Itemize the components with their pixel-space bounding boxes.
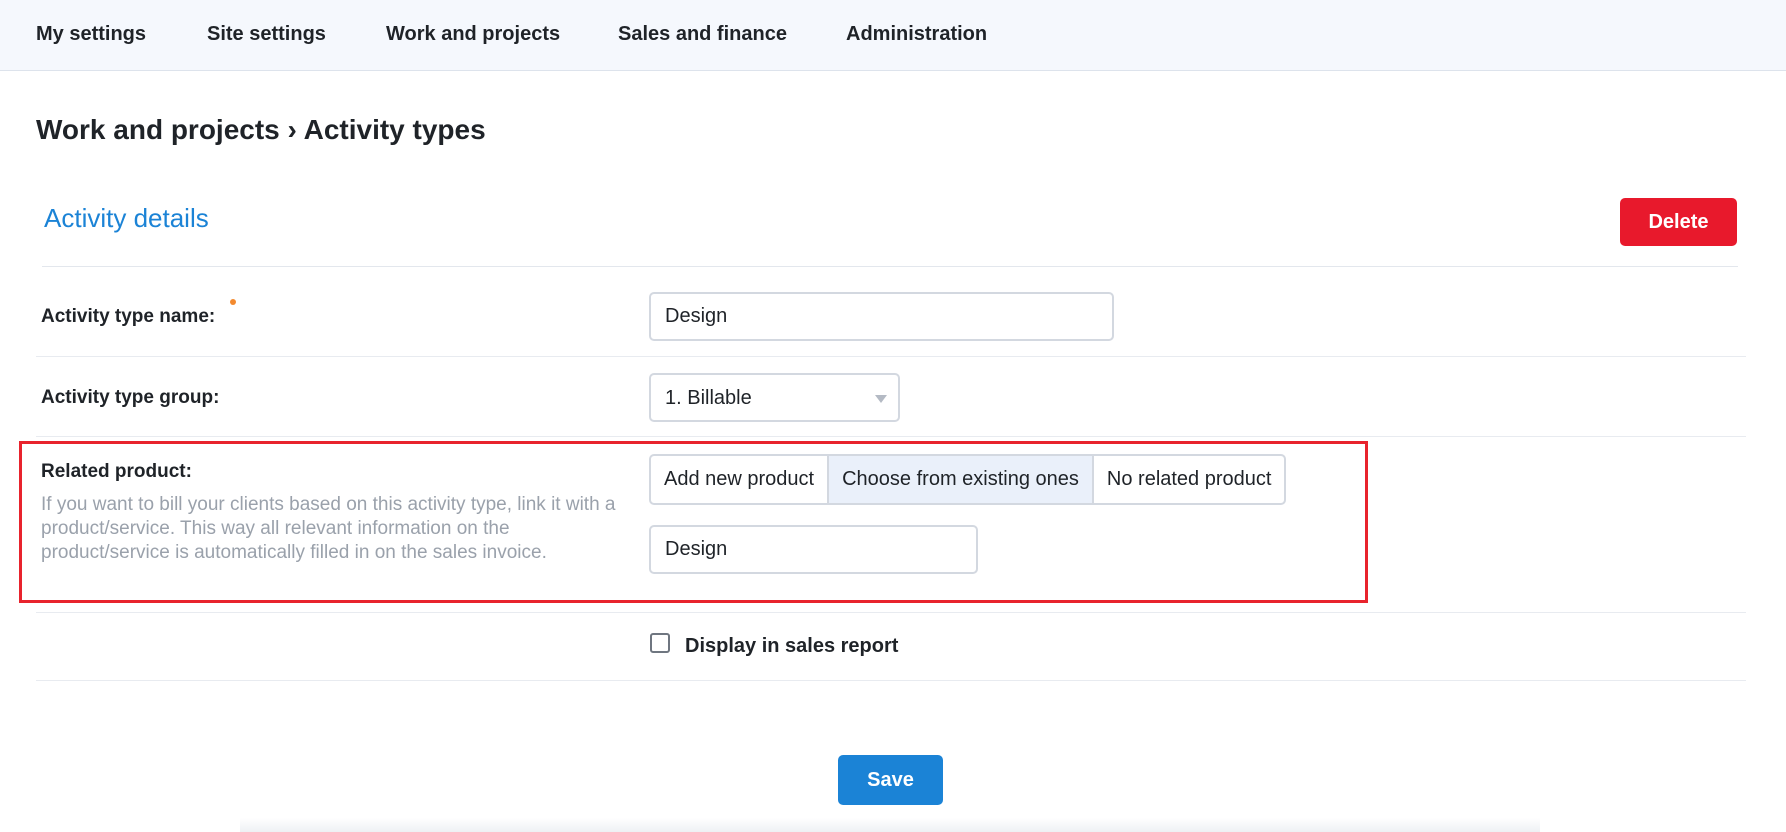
related-product-label: Related product: bbox=[41, 461, 192, 482]
nav-item-administration[interactable]: Administration bbox=[846, 23, 987, 46]
nav-item-sales-and-finance[interactable]: Sales and finance bbox=[618, 23, 787, 46]
bottom-shade bbox=[240, 818, 1540, 832]
choose-existing-option[interactable]: Choose from existing ones bbox=[827, 456, 1092, 503]
display-in-sales-report-label[interactable]: Display in sales report bbox=[685, 635, 898, 658]
activity-type-name-input[interactable] bbox=[649, 292, 1114, 341]
delete-button[interactable]: Delete bbox=[1620, 198, 1737, 246]
top-navigation: My settings Site settings Work and proje… bbox=[0, 0, 1786, 71]
activity-type-group-label: Activity type group: bbox=[41, 387, 220, 408]
chevron-down-icon bbox=[875, 395, 887, 403]
row-divider bbox=[36, 356, 1746, 357]
row-divider bbox=[36, 612, 1746, 613]
related-product-mode-toggle: Add new product Choose from existing one… bbox=[649, 454, 1287, 505]
nav-item-work-and-projects[interactable]: Work and projects bbox=[386, 23, 560, 46]
section-divider bbox=[42, 266, 1738, 267]
section-title: Activity details bbox=[44, 203, 209, 233]
activity-type-group-value: 1. Billable bbox=[665, 387, 752, 409]
row-divider bbox=[36, 680, 1746, 681]
display-in-sales-report-checkbox[interactable] bbox=[650, 633, 670, 653]
add-new-product-option[interactable]: Add new product bbox=[651, 456, 827, 503]
no-related-product-option[interactable]: No related product bbox=[1091, 456, 1285, 503]
nav-item-site-settings[interactable]: Site settings bbox=[207, 23, 326, 46]
related-product-help: If you want to bill your clients based o… bbox=[41, 494, 616, 563]
nav-item-my-settings[interactable]: My settings bbox=[36, 23, 146, 46]
save-button[interactable]: Save bbox=[838, 755, 943, 805]
page-title: Work and projects › Activity types bbox=[36, 114, 486, 145]
required-indicator bbox=[230, 299, 236, 305]
activity-type-name-label: Activity type name: bbox=[41, 306, 216, 327]
related-product-input[interactable] bbox=[649, 525, 978, 574]
activity-type-group-select[interactable]: 1. Billable bbox=[649, 373, 900, 422]
row-divider bbox=[36, 436, 1746, 437]
